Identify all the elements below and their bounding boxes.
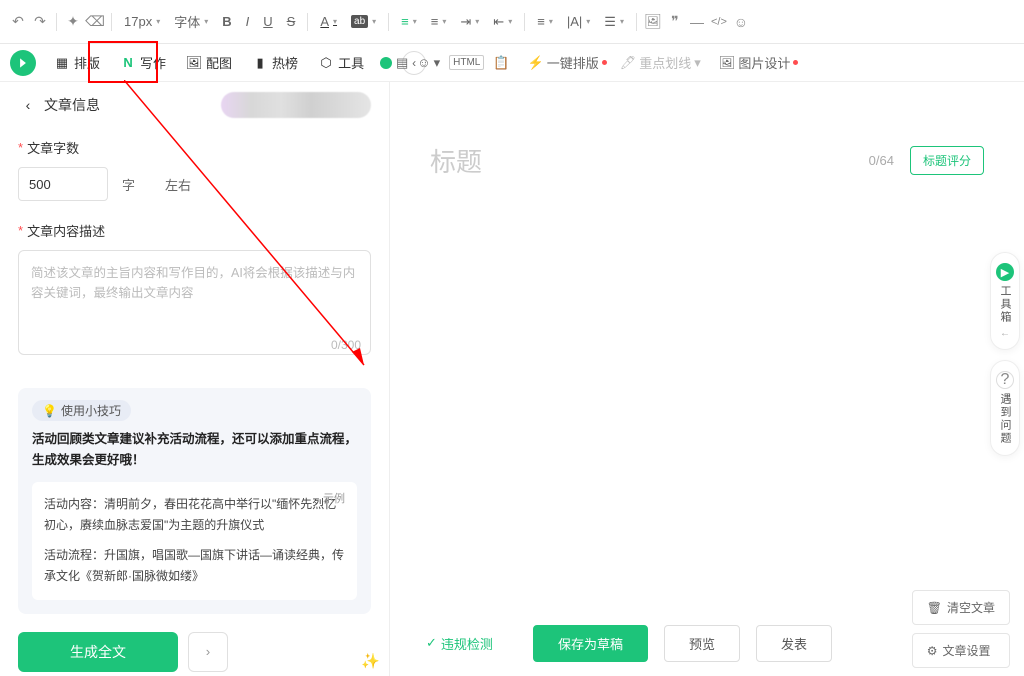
- save-draft-button[interactable]: 保存为草稿: [533, 625, 648, 662]
- editor-footer: ✓违规检测 保存为草稿 预览 发表: [390, 618, 844, 668]
- word-count-unit2: 左右: [165, 175, 191, 194]
- redo-icon[interactable]: ↷: [32, 14, 48, 30]
- logo-icon[interactable]: [10, 50, 36, 76]
- ai-icon[interactable]: ✨: [361, 652, 379, 670]
- tips-box: 💡使用小技巧 活动回顾类文章建议补充活动流程，还可以添加重点流程，生成效果会更好…: [18, 388, 371, 614]
- preview-button[interactable]: 预览: [664, 625, 740, 662]
- calendar-icon[interactable]: ▤: [396, 55, 408, 71]
- bold-button[interactable]: B: [218, 11, 235, 32]
- hot-icon: ▮: [252, 55, 268, 71]
- sidebar-panel: ‹ 文章信息 *文章字数 字 左右 *文章内容描述 0/300 💡使用小技巧 活…: [0, 82, 390, 676]
- panel-title: 文章信息: [44, 95, 100, 115]
- word-count-unit1: 字: [122, 175, 135, 194]
- emoji-icon[interactable]: ☺: [733, 14, 749, 30]
- publish-button[interactable]: 发表: [756, 625, 832, 662]
- auto-layout-button[interactable]: ⚡一键排版: [524, 51, 611, 74]
- paste-icon[interactable]: 📋: [489, 53, 513, 73]
- underline-button[interactable]: U: [259, 11, 276, 32]
- editor-toolbar: ▤ ☺▾ HTML 📋 ⚡一键排版 🖊重点划线▾ 🖼图片设计: [390, 44, 1024, 82]
- tips-example: 示例 活动内容：清明前夕，春田花花高中举行以"缅怀先烈忆初心，赓续血脉志爱国"为…: [32, 482, 357, 600]
- bg-color-button[interactable]: ab▾: [347, 12, 380, 31]
- tab-layout[interactable]: ▦ 排版: [44, 44, 110, 82]
- sidebar-footer: 生成全文 ›: [18, 632, 371, 672]
- title-counter: 0/64: [869, 153, 894, 168]
- emoji2-icon[interactable]: ☺▾: [413, 53, 444, 73]
- toolbox-icon: ▶: [996, 263, 1014, 281]
- quote-icon[interactable]: ❞: [667, 14, 683, 30]
- format-painter-icon[interactable]: ✦: [65, 14, 81, 30]
- toolbox-button[interactable]: ▶ 工具箱 ←: [990, 252, 1020, 350]
- tools-icon: ⬡: [318, 55, 334, 71]
- example-p1: 活动内容：清明前夕，春田花花高中举行以"缅怀先烈忆初心，赓续血脉志爱国"为主题的…: [44, 494, 345, 537]
- faq-button[interactable]: ? 遇到问题: [990, 360, 1020, 456]
- clear-format-icon[interactable]: ⌫: [87, 14, 103, 30]
- tab-write[interactable]: N 写作: [110, 44, 176, 82]
- indent-button[interactable]: ⇥▾: [456, 11, 483, 33]
- font-family-select[interactable]: 字体▾: [170, 9, 212, 34]
- tips-badge: 💡使用小技巧: [32, 400, 131, 421]
- font-size-select[interactable]: 17px▾: [120, 11, 164, 32]
- margin-button[interactable]: ☰▾: [600, 11, 628, 33]
- tab-hot[interactable]: ▮ 热榜: [242, 44, 308, 82]
- panel-header: ‹ 文章信息: [18, 92, 371, 118]
- hr-icon[interactable]: —: [689, 14, 705, 30]
- image-design-button[interactable]: 🖼图片设计: [715, 51, 803, 74]
- highlight-button[interactable]: 🖊重点划线▾: [616, 51, 705, 74]
- question-icon: ?: [996, 371, 1014, 389]
- title-score-button[interactable]: 标题评分: [910, 146, 984, 175]
- undo-icon[interactable]: ↶: [10, 14, 26, 30]
- word-count-row: 字 左右: [18, 167, 371, 201]
- line-spacing-button[interactable]: ≡▾: [533, 11, 557, 32]
- next-button[interactable]: ›: [188, 632, 228, 672]
- html-button[interactable]: HTML: [449, 55, 484, 70]
- list-button[interactable]: ≡▾: [427, 11, 451, 32]
- blurred-content: [221, 92, 371, 118]
- layout-icon: ▦: [54, 55, 70, 71]
- text-color-button[interactable]: A▾: [316, 11, 341, 32]
- right-actions: 🗑清空文章 ⚙文章设置: [912, 590, 1010, 668]
- right-sidebar: ▶ 工具箱 ← ? 遇到问题: [990, 252, 1020, 466]
- title-input[interactable]: 标题: [430, 142, 853, 179]
- outdent-button[interactable]: ⇤▾: [489, 11, 516, 33]
- italic-button[interactable]: I: [242, 11, 254, 32]
- align-button[interactable]: ≡▾: [397, 11, 421, 32]
- code-icon[interactable]: </>: [711, 14, 727, 30]
- article-settings-button[interactable]: ⚙文章设置: [912, 633, 1010, 668]
- image-tab-icon: 🖼: [186, 55, 202, 71]
- write-icon: N: [120, 55, 136, 71]
- desc-counter: 0/300: [331, 338, 361, 352]
- title-row: 标题 0/64 标题评分: [390, 82, 1024, 199]
- tips-main-text: 活动回顾类文章建议补充活动流程，还可以添加重点流程，生成效果会更好哦！: [32, 429, 357, 472]
- violation-check-button[interactable]: ✓违规检测: [402, 626, 517, 661]
- tab-tools[interactable]: ⬡ 工具: [308, 44, 374, 82]
- back-button[interactable]: ‹: [18, 95, 38, 115]
- word-count-input[interactable]: [18, 167, 108, 201]
- example-p2: 活动流程：升国旗，唱国歌—国旗下讲话—诵读经典，传承文化《贺新郎·国脉微如缕》: [44, 545, 345, 588]
- word-count-label: *文章字数: [18, 138, 371, 157]
- image-icon[interactable]: 🖼: [645, 14, 661, 30]
- main-toolbar: ↶ ↷ ✦ ⌫ 17px▾ 字体▾ B I U S A▾ ab▾ ≡▾ ≡▾ ⇥…: [0, 0, 1024, 44]
- settings-icon: ⚙: [927, 644, 938, 658]
- strikethrough-button[interactable]: S: [283, 11, 300, 32]
- letter-spacing-button[interactable]: |A|▾: [563, 11, 594, 32]
- tab-image[interactable]: 🖼 配图: [176, 44, 242, 82]
- example-label: 示例: [323, 490, 345, 506]
- clear-article-button[interactable]: 🗑清空文章: [912, 590, 1010, 625]
- desc-textarea[interactable]: [18, 250, 371, 355]
- generate-button[interactable]: 生成全文: [18, 632, 178, 672]
- desc-label: *文章内容描述: [18, 221, 371, 240]
- editor-area: 标题 0/64 标题评分: [390, 82, 1024, 616]
- arrow-left-icon: ←: [1000, 328, 1010, 339]
- trash-icon: 🗑: [927, 601, 942, 615]
